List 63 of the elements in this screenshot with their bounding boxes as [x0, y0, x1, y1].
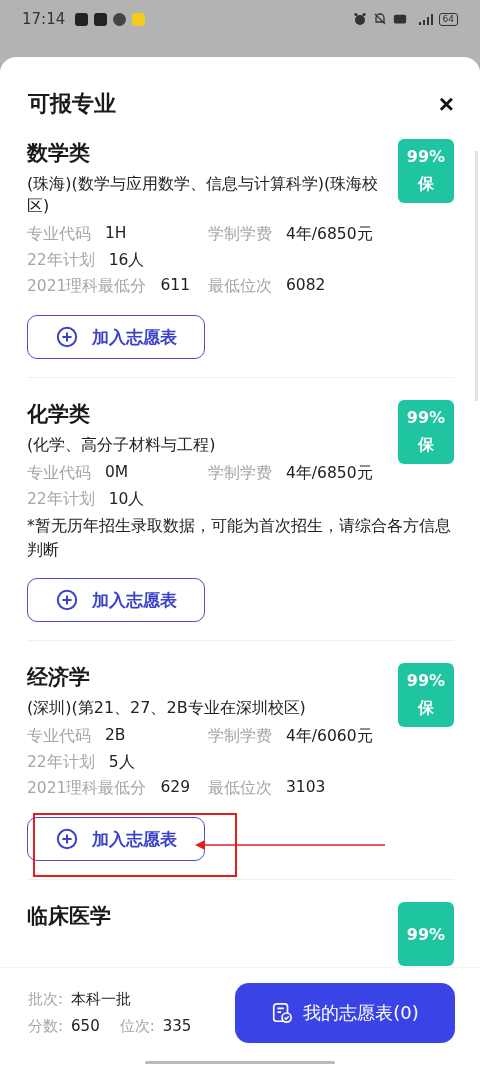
probability-badge: 99% 保 — [398, 139, 454, 203]
alarm-icon — [352, 12, 367, 26]
major-name: 临床医学 — [27, 903, 112, 930]
rank-label: 位次: — [119, 1016, 155, 1036]
info-label: 2021理科最低分 — [27, 777, 147, 799]
app-icon — [94, 12, 108, 26]
info-value: 4年/6850元 — [286, 462, 373, 484]
add-to-list-button[interactable]: 加入志愿表 — [27, 315, 205, 359]
info-label: 专业代码 — [27, 223, 91, 245]
info-value: 3103 — [286, 777, 326, 798]
info-label: 专业代码 — [27, 462, 91, 484]
info-label: 最低位次 — [208, 777, 272, 799]
probability-badge: 99% 保 — [398, 400, 454, 464]
rank-value: 335 — [162, 1016, 192, 1036]
hd-icon — [392, 12, 407, 26]
app-icon — [75, 12, 89, 26]
major-name: 经济学 — [27, 664, 91, 691]
plus-circle-icon — [55, 326, 78, 348]
info-label: 学制学费 — [208, 223, 272, 245]
batch-label: 批次: — [28, 989, 64, 1009]
score-value: 650 — [71, 1016, 100, 1036]
probability-badge: 99% 保 — [398, 663, 454, 727]
info-value: 2B — [105, 725, 126, 746]
bell-off-icon — [372, 12, 387, 26]
info-value: 16人 — [108, 249, 145, 271]
info-value: 4年/6060元 — [286, 725, 373, 747]
major-detail: (深圳)(第21、27、2B专业在深圳校区) — [27, 697, 307, 719]
info-value: 5人 — [108, 751, 135, 773]
info-value: 629 — [160, 777, 191, 798]
plus-circle-icon — [55, 589, 78, 611]
sheet-title: 可报专业 — [28, 90, 116, 118]
app-icon — [132, 12, 146, 26]
note-text: *暂无历年招生录取数据，可能为首次招生，请综合各方信息判断 — [27, 516, 452, 561]
info-label: 学制学费 — [208, 725, 272, 747]
major-detail: (化学、高分子材料与工程) — [27, 434, 217, 456]
info-label: 最低位次 — [208, 275, 272, 297]
add-to-list-button[interactable]: 加入志愿表 — [27, 578, 205, 622]
plus-circle-icon — [55, 828, 78, 850]
major-name: 数学类 — [27, 140, 91, 167]
battery-icon: 64 — [438, 12, 458, 26]
info-value: 4年/6850元 — [286, 223, 373, 245]
info-label: 专业代码 — [27, 725, 91, 747]
info-label: 学制学费 — [208, 462, 272, 484]
info-value: 1H — [105, 223, 127, 244]
major-name: 化学类 — [27, 401, 91, 428]
info-value: 0M — [105, 462, 129, 483]
probability-badge: 99% — [398, 902, 454, 966]
info-label: 2021理科最低分 — [27, 275, 147, 297]
info-label: 22年计划 — [27, 751, 95, 773]
batch-value: 本科一批 — [71, 989, 132, 1009]
my-list-button[interactable]: 我的志愿表(0) — [235, 982, 455, 1043]
close-button[interactable]: × — [438, 91, 454, 117]
info-value: 611 — [160, 275, 191, 296]
info-label: 22年计划 — [27, 249, 95, 271]
major-detail: (珠海)(数学与应用数学、信息与计算科学)(珠海校区) — [27, 173, 380, 217]
add-to-list-button[interactable]: 加入志愿表 — [27, 817, 205, 861]
status-time: 17:14 — [22, 10, 66, 28]
info-label: 22年计划 — [27, 488, 95, 510]
checklist-icon — [271, 1001, 294, 1024]
info-value: 10人 — [108, 488, 145, 510]
app-icon — [113, 12, 127, 26]
score-label: 分数: — [28, 1016, 64, 1036]
info-value: 6082 — [286, 275, 326, 296]
